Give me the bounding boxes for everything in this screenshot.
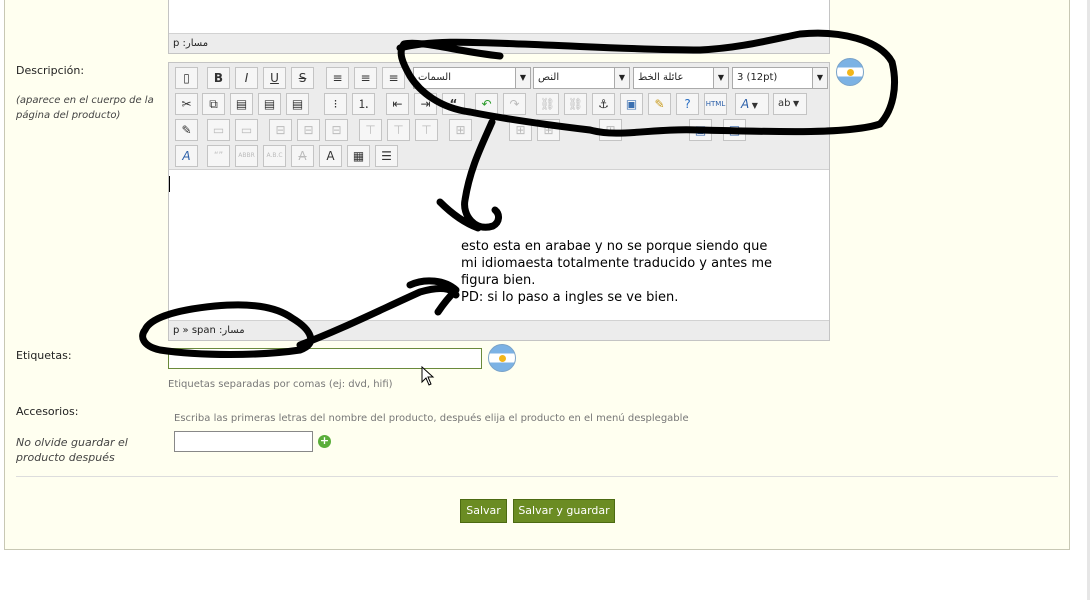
scribble-arrow-down xyxy=(436,118,502,232)
scribble-loop-path xyxy=(139,301,315,358)
scribble-loop-toolbar xyxy=(396,29,898,137)
scribble-arrow-up xyxy=(296,277,460,349)
annotation-scribbles xyxy=(139,29,898,358)
